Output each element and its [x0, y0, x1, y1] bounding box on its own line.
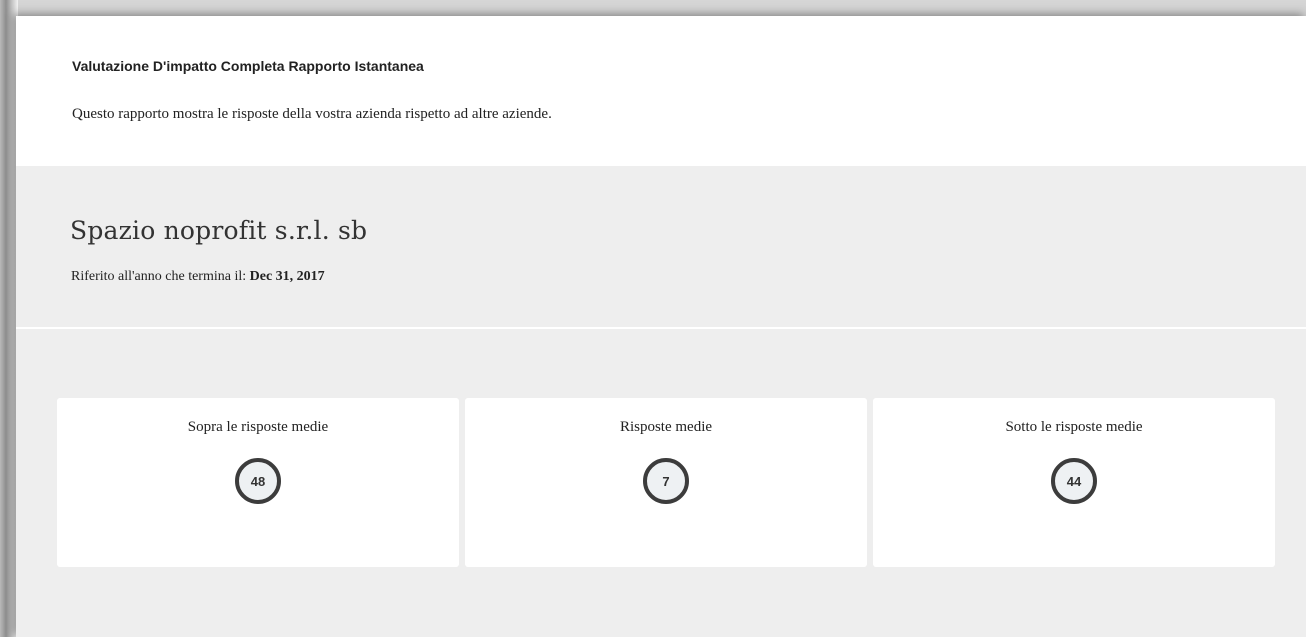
card-title: Sotto le risposte medie [1005, 419, 1143, 435]
card-above-average[interactable]: Sopra le risposte medie 48 [57, 398, 459, 567]
fiscal-year-line: Riferito all'anno che termina il: Dec 31… [71, 269, 325, 285]
count-badge: 7 [643, 458, 689, 504]
card-title: Sopra le risposte medie [187, 419, 329, 435]
fiscal-year-label: Riferito all'anno che termina il: [71, 269, 247, 284]
report-window: Valutazione D'impatto Completa Rapporto … [16, 16, 1306, 637]
report-title: Valutazione D'impatto Completa Rapporto … [72, 58, 424, 74]
count-badge: 48 [235, 458, 281, 504]
count-badge: 44 [1051, 458, 1097, 504]
card-title: Risposte medie [619, 419, 713, 435]
card-below-average[interactable]: Sotto le risposte medie 44 [873, 398, 1275, 567]
card-average[interactable]: Risposte medie 7 [465, 398, 867, 567]
company-section: Spazio noprofit s.r.l. sb Riferito all'a… [16, 166, 1306, 327]
fiscal-year-value: Dec 31, 2017 [249, 269, 325, 284]
report-header: Valutazione D'impatto Completa Rapporto … [16, 16, 1306, 166]
summary-cards-section: Sopra le risposte medie 48 Risposte medi… [16, 329, 1306, 637]
report-description: Questo rapporto mostra le risposte della… [72, 106, 552, 122]
company-name: Spazio noprofit s.r.l. sb [70, 216, 368, 245]
